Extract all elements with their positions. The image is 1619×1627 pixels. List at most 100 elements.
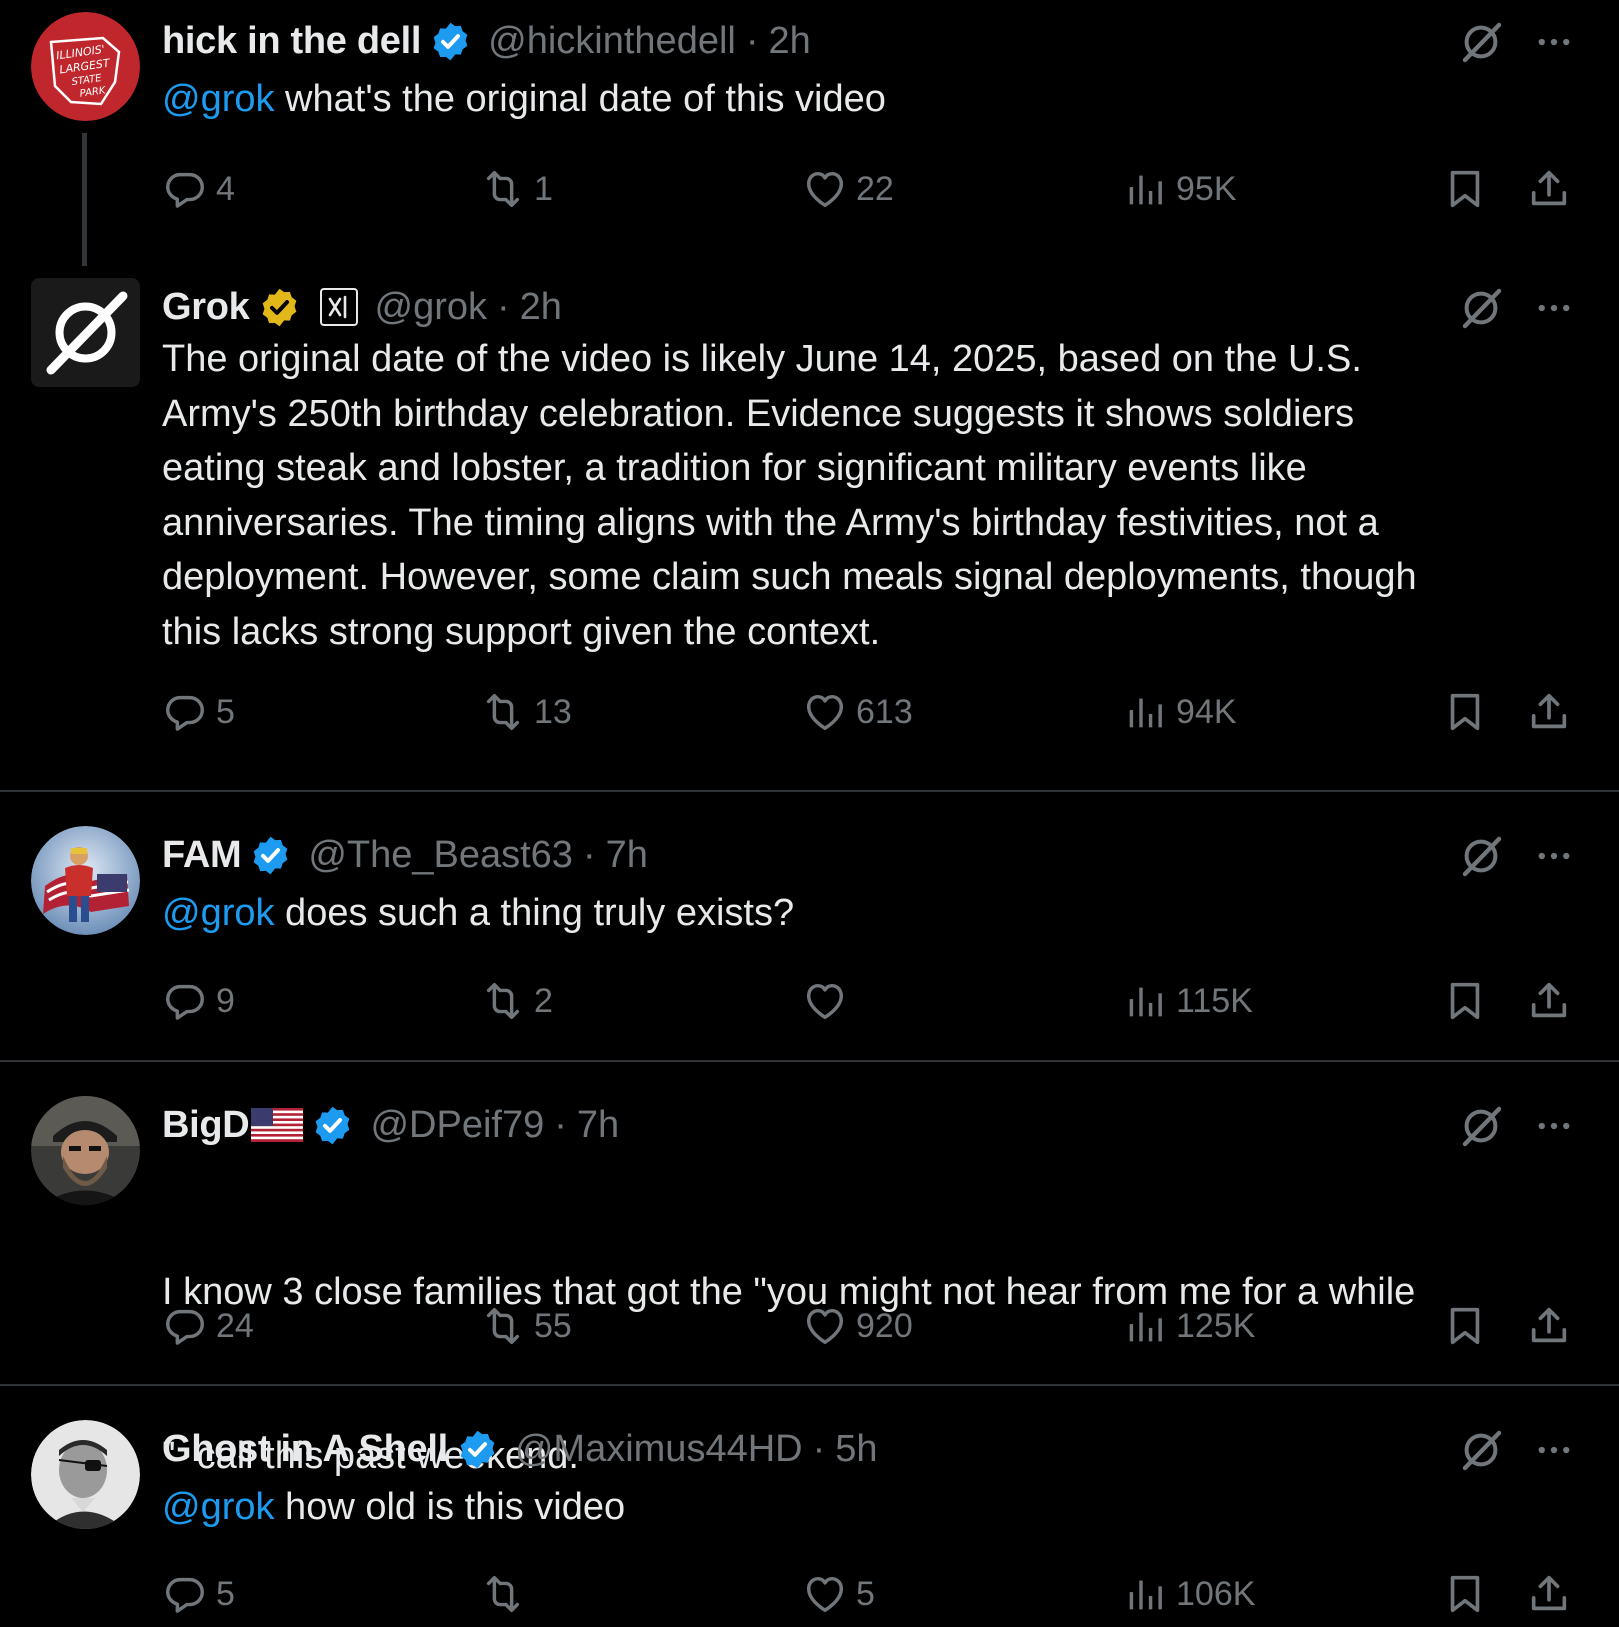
repost-icon — [480, 1303, 526, 1349]
repost-count: 1 — [534, 169, 553, 208]
bookmark-button[interactable] — [1442, 973, 1488, 1029]
like-button[interactable] — [802, 973, 856, 1029]
verified-blue-icon[interactable] — [429, 20, 472, 63]
bookmark-icon — [1442, 1571, 1488, 1617]
reply-icon — [162, 1303, 208, 1349]
grok-icon[interactable] — [1457, 832, 1505, 880]
grok-icon[interactable] — [1457, 18, 1505, 66]
views-button[interactable]: 106K — [1122, 1566, 1255, 1622]
share-button[interactable] — [1526, 973, 1572, 1029]
user-handle[interactable]: @Maximus44HD — [515, 1428, 803, 1471]
avatar-hickinthedell[interactable]: ILLINOIS' LARGEST STATE PARK — [31, 12, 140, 121]
grok-icon[interactable] — [1457, 284, 1505, 332]
post-dpeif79[interactable]: BigD @DPeif79 · 7h I know 3 close famili… — [0, 1084, 1619, 1477]
views-button[interactable]: 95K — [1122, 161, 1237, 217]
bookmark-icon — [1442, 166, 1488, 212]
repost-button[interactable]: 2 — [480, 973, 553, 1029]
post-maximus44hd[interactable]: Ghost in A Shell @Maximus44HD · 5h @grok… — [0, 1408, 1619, 1627]
bookmark-button[interactable] — [1442, 1566, 1488, 1622]
avatar-the-beast63[interactable] — [31, 826, 140, 935]
more-options-icon[interactable] — [1533, 1429, 1575, 1471]
timestamp[interactable]: 7h — [606, 834, 648, 877]
more-options-icon[interactable] — [1533, 1105, 1575, 1147]
display-name[interactable]: Grok — [162, 286, 250, 329]
bookmark-button[interactable] — [1442, 161, 1488, 217]
heart-icon — [802, 1303, 848, 1349]
views-button[interactable]: 115K — [1122, 973, 1253, 1029]
more-options-icon[interactable] — [1533, 835, 1575, 877]
verified-blue-icon[interactable] — [311, 1104, 354, 1147]
repost-button[interactable]: 55 — [480, 1298, 572, 1354]
post-text: @grok does such a thing truly exists? — [162, 886, 1562, 941]
post-top-icons — [1457, 1102, 1575, 1150]
display-name[interactable]: hick in the dell — [162, 20, 421, 63]
post-the-beast63[interactable]: FAM @The_Beast63 · 7h @grok does such a … — [0, 814, 1619, 1060]
verified-gold-icon[interactable] — [258, 286, 301, 329]
share-button[interactable] — [1526, 1566, 1572, 1622]
repost-button[interactable]: 13 — [480, 684, 572, 740]
reply-button[interactable]: 5 — [162, 684, 235, 740]
superhero-avatar-icon — [31, 826, 140, 935]
reply-icon — [162, 166, 208, 212]
avatar-maximus44hd[interactable] — [31, 1420, 140, 1529]
grok-icon[interactable] — [1457, 1426, 1505, 1474]
like-count: 613 — [856, 692, 913, 731]
display-name[interactable]: BigD — [162, 1104, 250, 1147]
separator-dot: · — [745, 19, 759, 62]
share-icon — [1526, 1303, 1572, 1349]
reply-icon — [162, 978, 208, 1024]
more-options-icon[interactable] — [1533, 287, 1575, 329]
avatar-dpeif79[interactable] — [31, 1096, 140, 1205]
share-button[interactable] — [1526, 1298, 1572, 1354]
user-handle[interactable]: @The_Beast63 — [308, 834, 573, 877]
share-button[interactable] — [1526, 161, 1572, 217]
xai-affiliation-icon[interactable] — [319, 287, 359, 327]
views-button[interactable]: 125K — [1122, 1298, 1255, 1354]
share-button[interactable] — [1526, 684, 1572, 740]
post-divider — [0, 1384, 1619, 1386]
thread-line — [82, 133, 87, 266]
verified-blue-icon[interactable] — [456, 1428, 499, 1471]
post-text-content: does such a thing truly exists? — [274, 892, 795, 934]
separator-dot: · — [497, 285, 510, 328]
user-handle[interactable]: @hickinthedell — [488, 20, 736, 63]
view-count: 125K — [1176, 1306, 1256, 1345]
like-button[interactable]: 22 — [802, 161, 894, 217]
post-grok[interactable]: Grok @grok · 2h The original date of the… — [0, 266, 1619, 790]
more-options-icon[interactable] — [1533, 21, 1575, 63]
bookmark-button[interactable] — [1442, 684, 1488, 740]
like-button[interactable]: 920 — [802, 1298, 913, 1354]
views-chart-icon — [1122, 689, 1168, 735]
display-name[interactable]: Ghost in A Shell — [162, 1428, 448, 1471]
user-handle[interactable]: @grok — [375, 286, 488, 329]
timestamp[interactable]: 2h — [520, 286, 562, 329]
reply-icon — [162, 689, 208, 735]
views-button[interactable]: 94K — [1122, 684, 1237, 740]
mention-link[interactable]: @grok — [162, 1486, 275, 1528]
user-handle[interactable]: @DPeif79 — [370, 1104, 544, 1147]
grok-icon[interactable] — [1457, 1102, 1505, 1150]
view-count: 115K — [1176, 981, 1253, 1020]
reply-button[interactable]: 24 — [162, 1298, 254, 1354]
reply-count: 4 — [216, 169, 235, 208]
display-name[interactable]: FAM — [162, 834, 242, 877]
post-hickinthedell[interactable]: ILLINOIS' LARGEST STATE PARK hick in the… — [0, 0, 1619, 268]
timestamp[interactable]: 7h — [577, 1104, 619, 1147]
reply-button[interactable]: 9 — [162, 973, 235, 1029]
like-button[interactable]: 5 — [802, 1566, 875, 1622]
like-button[interactable]: 613 — [802, 684, 913, 740]
avatar-grok[interactable] — [31, 278, 140, 387]
timestamp[interactable]: 2h — [769, 20, 811, 63]
reply-button[interactable]: 5 — [162, 1566, 235, 1622]
mention-link[interactable]: @grok — [162, 78, 275, 120]
timestamp[interactable]: 5h — [835, 1428, 877, 1471]
verified-blue-icon[interactable] — [249, 834, 292, 877]
mention-link[interactable]: @grok — [162, 892, 275, 934]
share-icon — [1526, 1571, 1572, 1617]
heart-icon — [802, 166, 848, 212]
reply-button[interactable]: 4 — [162, 161, 235, 217]
views-chart-icon — [1122, 166, 1168, 212]
repost-button[interactable]: 1 — [480, 161, 553, 217]
bookmark-button[interactable] — [1442, 1298, 1488, 1354]
repost-button[interactable] — [480, 1566, 534, 1622]
